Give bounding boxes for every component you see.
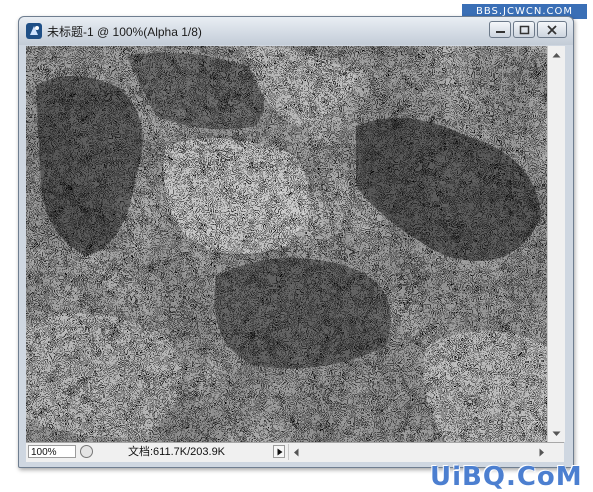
stone-texture-image [26,46,547,442]
scroll-left-button[interactable] [289,444,303,460]
title-bar[interactable]: 未标题-1 @ 100%(Alpha 1/8) [19,17,573,45]
arrow-right-icon [539,448,544,456]
status-info-icon[interactable] [80,445,93,458]
arrow-down-icon [552,431,561,436]
status-menu-button[interactable] [273,445,285,458]
maximize-icon [519,25,530,35]
status-bar: 100% 文档:611.7K/203.9K [26,442,564,462]
triangle-right-icon [277,448,283,456]
photoshop-document-icon [26,23,42,39]
minimize-button[interactable] [489,21,511,38]
document-canvas[interactable] [26,46,547,442]
close-button[interactable] [537,21,567,38]
scroll-down-button[interactable] [548,425,565,442]
maximize-button[interactable] [513,21,535,38]
close-icon [547,25,557,35]
vertical-scrollbar[interactable] [547,46,565,442]
zoom-level-field[interactable]: 100% [28,445,76,458]
minimize-icon [496,31,505,33]
document-size-info: 文档:611.7K/203.9K [128,446,226,458]
document-window: 未标题-1 @ 100%(Alpha 1/8) 100% 文档:611.7K/2… [18,16,574,468]
scroll-up-button[interactable] [548,46,565,63]
window-title: 未标题-1 @ 100%(Alpha 1/8) [47,25,202,39]
horizontal-scrollbar[interactable] [288,444,549,460]
scroll-right-button[interactable] [535,444,549,460]
watermark-bottom: UiBQ.CoM [430,462,583,492]
arrow-left-icon [294,448,299,456]
window-controls [487,21,567,38]
arrow-up-icon [552,52,561,57]
